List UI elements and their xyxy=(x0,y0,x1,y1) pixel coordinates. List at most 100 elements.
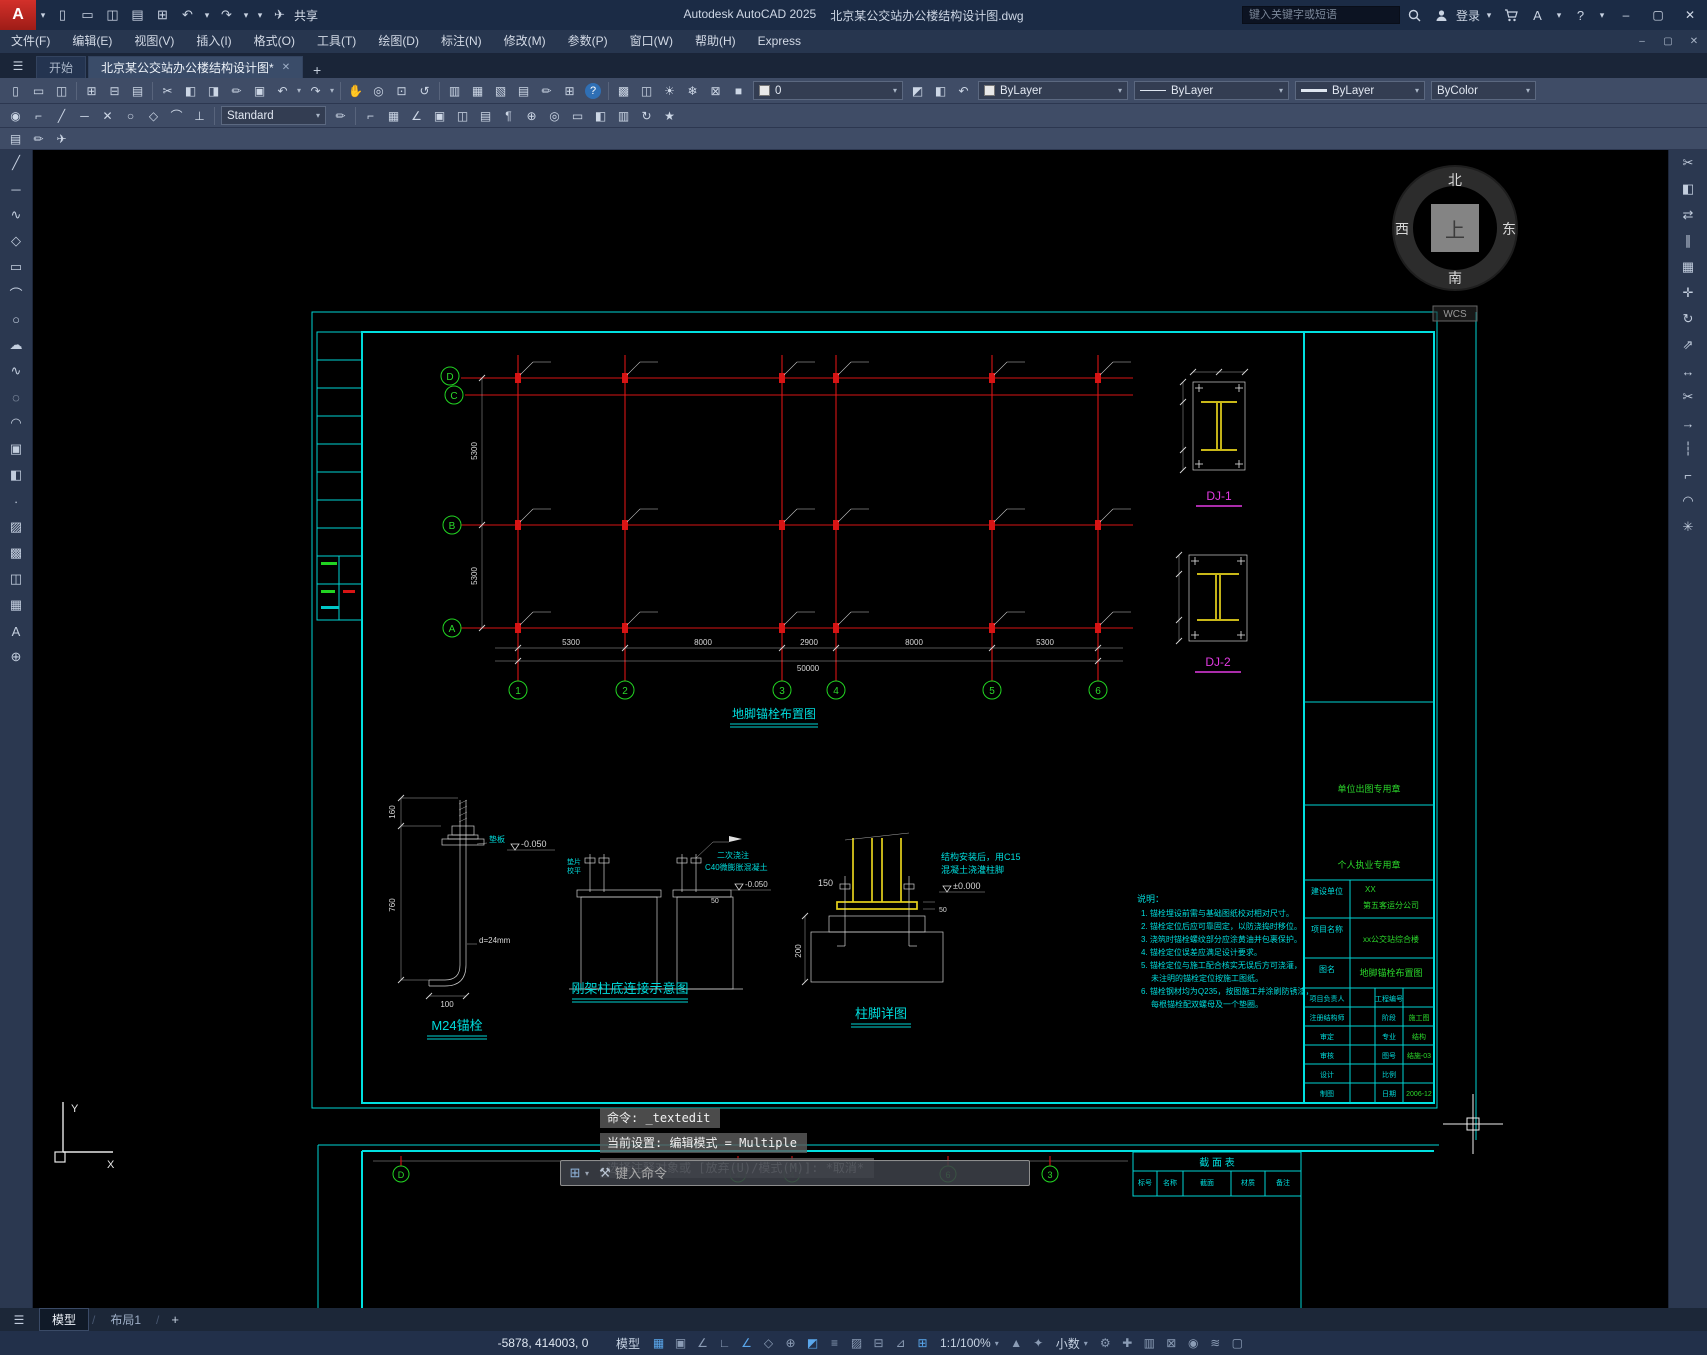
qat-undo-caret-icon[interactable]: ▾ xyxy=(200,3,214,27)
menu-format[interactable]: 格式(O) xyxy=(243,30,306,53)
window-close-button[interactable]: ✕ xyxy=(1675,1,1705,29)
lock-ui-button[interactable]: ⊠ xyxy=(1161,1333,1182,1353)
help-button[interactable]: ? xyxy=(585,82,601,99)
rectangle-button[interactable]: ▭ xyxy=(0,254,32,280)
command-input[interactable] xyxy=(615,1165,1025,1181)
menu-tools[interactable]: 工具(T) xyxy=(306,30,367,53)
annotation-monitor-toggle[interactable]: ✚ xyxy=(1117,1333,1138,1353)
cut-button[interactable]: ✂ xyxy=(156,81,179,101)
ellipse-arc-button[interactable]: ◠ xyxy=(0,410,32,436)
layout-button[interactable]: ▭ xyxy=(566,106,589,126)
text-style-select[interactable]: Standard ▾ xyxy=(221,106,326,125)
undo-caret-icon[interactable]: ▾ xyxy=(294,86,304,95)
lineweight-toggle[interactable]: ≡ xyxy=(824,1333,845,1353)
window-minimize-button[interactable]: – xyxy=(1611,1,1641,29)
quick-properties-toggle[interactable]: ▥ xyxy=(1139,1333,1160,1353)
cart-icon[interactable] xyxy=(1498,3,1523,27)
gradient-button[interactable]: ▩ xyxy=(0,540,32,566)
insert-block-button[interactable]: ▣ xyxy=(428,106,451,126)
dynamic-ucs-toggle[interactable]: ⊿ xyxy=(890,1333,911,1353)
table-button[interactable]: ▦ xyxy=(0,592,32,618)
help-icon[interactable]: ? xyxy=(1568,3,1593,27)
render-button[interactable]: ★ xyxy=(658,106,681,126)
layout-menu-icon[interactable]: ☰ xyxy=(0,1313,38,1327)
plot-button[interactable]: ⊞ xyxy=(80,81,103,101)
line-button[interactable]: ╱ xyxy=(0,150,32,176)
attach-xref-button[interactable]: ◫ xyxy=(451,106,474,126)
qat-new-button[interactable]: ▯ xyxy=(50,3,75,27)
share-view-button[interactable]: ✈ xyxy=(50,129,73,149)
color-select[interactable]: ByLayer ▾ xyxy=(978,81,1128,100)
view-manager-button[interactable]: ◧ xyxy=(589,106,612,126)
qnew-button[interactable]: ▯ xyxy=(4,81,27,101)
compass-west[interactable]: 西 xyxy=(1395,221,1409,237)
fillet-button[interactable]: ◠ xyxy=(1669,488,1707,514)
help-caret-icon[interactable]: ▾ xyxy=(1595,3,1609,27)
infer-constraints-toggle[interactable]: ∠ xyxy=(692,1333,713,1353)
layer-states-button[interactable]: ◫ xyxy=(635,81,658,101)
orbit-button[interactable]: ↻ xyxy=(635,106,658,126)
layer-caret-icon[interactable]: ▾ xyxy=(893,86,897,95)
offset-button[interactable]: ∥ xyxy=(1669,228,1707,254)
layer-properties-button[interactable]: ▩ xyxy=(612,81,635,101)
share-label[interactable]: 共享 xyxy=(294,7,318,24)
layer-previous-button[interactable]: ↶ xyxy=(952,81,975,101)
designcenter-button[interactable]: ▦ xyxy=(466,81,489,101)
insert-block-tool-button[interactable]: ▣ xyxy=(0,436,32,462)
field-button[interactable]: ¶ xyxy=(497,106,520,126)
dynamic-input-toggle[interactable]: ⊞ xyxy=(912,1333,933,1353)
snap-intersection-button[interactable]: ✕ xyxy=(96,106,119,126)
menu-dimension[interactable]: 标注(N) xyxy=(430,30,493,53)
autodesk-a-icon[interactable]: A xyxy=(1525,3,1550,27)
menu-view[interactable]: 视图(V) xyxy=(123,30,185,53)
compass-east[interactable]: 东 xyxy=(1502,221,1516,237)
erase-button[interactable]: ✂ xyxy=(1669,150,1707,176)
view-compass[interactable]: 上 北 南 西 东 WCS xyxy=(1392,165,1518,322)
color-caret-icon[interactable]: ▾ xyxy=(1118,86,1122,95)
match-properties-button[interactable]: ✏ xyxy=(225,81,248,101)
make-object-layer-button[interactable]: ◩ xyxy=(906,81,929,101)
ole-object-button[interactable]: ◎ xyxy=(543,106,566,126)
copy-button[interactable]: ◧ xyxy=(1669,176,1707,202)
attach-image-button[interactable]: ▤ xyxy=(474,106,497,126)
selection-cycling-toggle[interactable]: ⊟ xyxy=(868,1333,889,1353)
menu-parametric[interactable]: 参数(P) xyxy=(557,30,619,53)
object-snap-tracking-toggle[interactable]: ⊕ xyxy=(780,1333,801,1353)
file-tabs-menu-icon[interactable]: ☰ xyxy=(0,54,36,78)
plot-preview-button[interactable]: ⊟ xyxy=(103,81,126,101)
qat-customize-caret-icon[interactable]: ▾ xyxy=(253,3,267,27)
polar-tracking-toggle[interactable]: ∠ xyxy=(736,1333,757,1353)
revcloud-button[interactable]: ☁ xyxy=(0,332,32,358)
search-input[interactable] xyxy=(1241,6,1400,24)
lineweight-select[interactable]: ByLayer ▾ xyxy=(1295,81,1425,100)
qat-plot-button[interactable]: ⊞ xyxy=(150,3,175,27)
make-block-button[interactable]: ◧ xyxy=(0,462,32,488)
polygon-button[interactable]: ◇ xyxy=(0,228,32,254)
autocad-logo-button[interactable]: A xyxy=(0,0,36,30)
lineweight-caret-icon[interactable]: ▾ xyxy=(1415,86,1419,95)
table-style-button[interactable]: ▦ xyxy=(382,106,405,126)
named-views-button[interactable]: ▥ xyxy=(612,106,635,126)
explode-button[interactable]: ✳ xyxy=(1669,514,1707,540)
pan-button[interactable]: ✋ xyxy=(344,81,367,101)
arc-button[interactable]: ⌒ xyxy=(0,280,32,306)
copy-clip-button[interactable]: ◧ xyxy=(179,81,202,101)
break-button[interactable]: ┆ xyxy=(1669,436,1707,462)
tool-palettes-button[interactable]: ▧ xyxy=(489,81,512,101)
snap-perpendicular-button[interactable]: ⊥ xyxy=(188,106,211,126)
redo-caret-icon[interactable]: ▾ xyxy=(327,86,337,95)
snap-toggle[interactable]: ▣ xyxy=(670,1333,691,1353)
compass-north[interactable]: 北 xyxy=(1448,172,1462,188)
snap-endpoint-button[interactable]: ╱ xyxy=(50,106,73,126)
plotstyle-caret-icon[interactable]: ▾ xyxy=(1526,86,1530,95)
layer-select[interactable]: 0 ▾ xyxy=(753,81,903,100)
compass-up-face[interactable]: 上 xyxy=(1445,219,1465,242)
workspace-switching-button[interactable]: ⚙ xyxy=(1095,1333,1116,1353)
isolate-objects-button[interactable]: ◉ xyxy=(1183,1333,1204,1353)
layer-lock-button[interactable]: ⊠ xyxy=(704,81,727,101)
block-editor-button[interactable]: ▣ xyxy=(248,81,271,101)
doc-close-button[interactable]: ✕ xyxy=(1681,36,1707,47)
trim-button[interactable]: ✂ xyxy=(1669,384,1707,410)
new-layout-button[interactable]: + xyxy=(161,1312,189,1327)
quickcalc-button[interactable]: ⊞ xyxy=(558,81,581,101)
